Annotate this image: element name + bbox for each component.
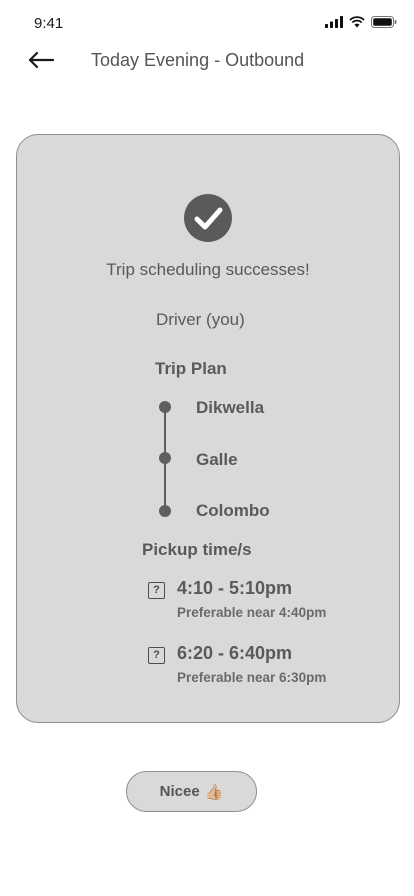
question-icon[interactable]: ? <box>148 647 165 664</box>
pickup-time-range: 6:20 - 6:40pm <box>177 643 293 663</box>
pickup-time-note: Preferable near 4:40pm <box>177 605 327 620</box>
wifi-icon <box>349 16 365 28</box>
nicee-button-label: Nicee <box>159 783 200 800</box>
back-button[interactable] <box>26 48 56 72</box>
signal-icon <box>325 16 343 28</box>
checkmark-icon <box>194 207 223 230</box>
status-time: 9:41 <box>34 15 64 32</box>
trip-confirmation-card: Trip scheduling successes! Driver (you) … <box>16 134 400 723</box>
pickup-times-heading: Pickup time/s <box>142 540 252 559</box>
route-stop-label: Dikwella <box>196 398 265 417</box>
battery-icon <box>371 16 397 28</box>
pickup-time-note: Preferable near 6:30pm <box>177 670 327 685</box>
pickup-time-range: 4:10 - 5:10pm <box>177 578 293 598</box>
driver-role: Driver (you) <box>156 310 245 329</box>
route-stop-dot <box>159 452 171 464</box>
route-stop-dot <box>159 505 171 517</box>
route-stop-dot <box>159 401 171 413</box>
question-icon[interactable]: ? <box>148 582 165 599</box>
success-badge <box>184 194 232 242</box>
success-message: Trip scheduling successes! <box>106 260 310 279</box>
back-arrow-icon <box>28 51 55 69</box>
status-icons <box>325 16 397 28</box>
thumbs-up-icon: 👍🏼 <box>204 783 224 801</box>
route-stop-label: Colombo <box>196 501 270 520</box>
nicee-button[interactable]: Nicee 👍🏼 <box>126 771 257 812</box>
page-title: Today Evening - Outbound <box>91 50 305 70</box>
nav-bar: Today Evening - Outbound <box>0 40 414 80</box>
route-stop-label: Galle <box>196 450 238 469</box>
trip-plan-heading: Trip Plan <box>155 359 227 378</box>
